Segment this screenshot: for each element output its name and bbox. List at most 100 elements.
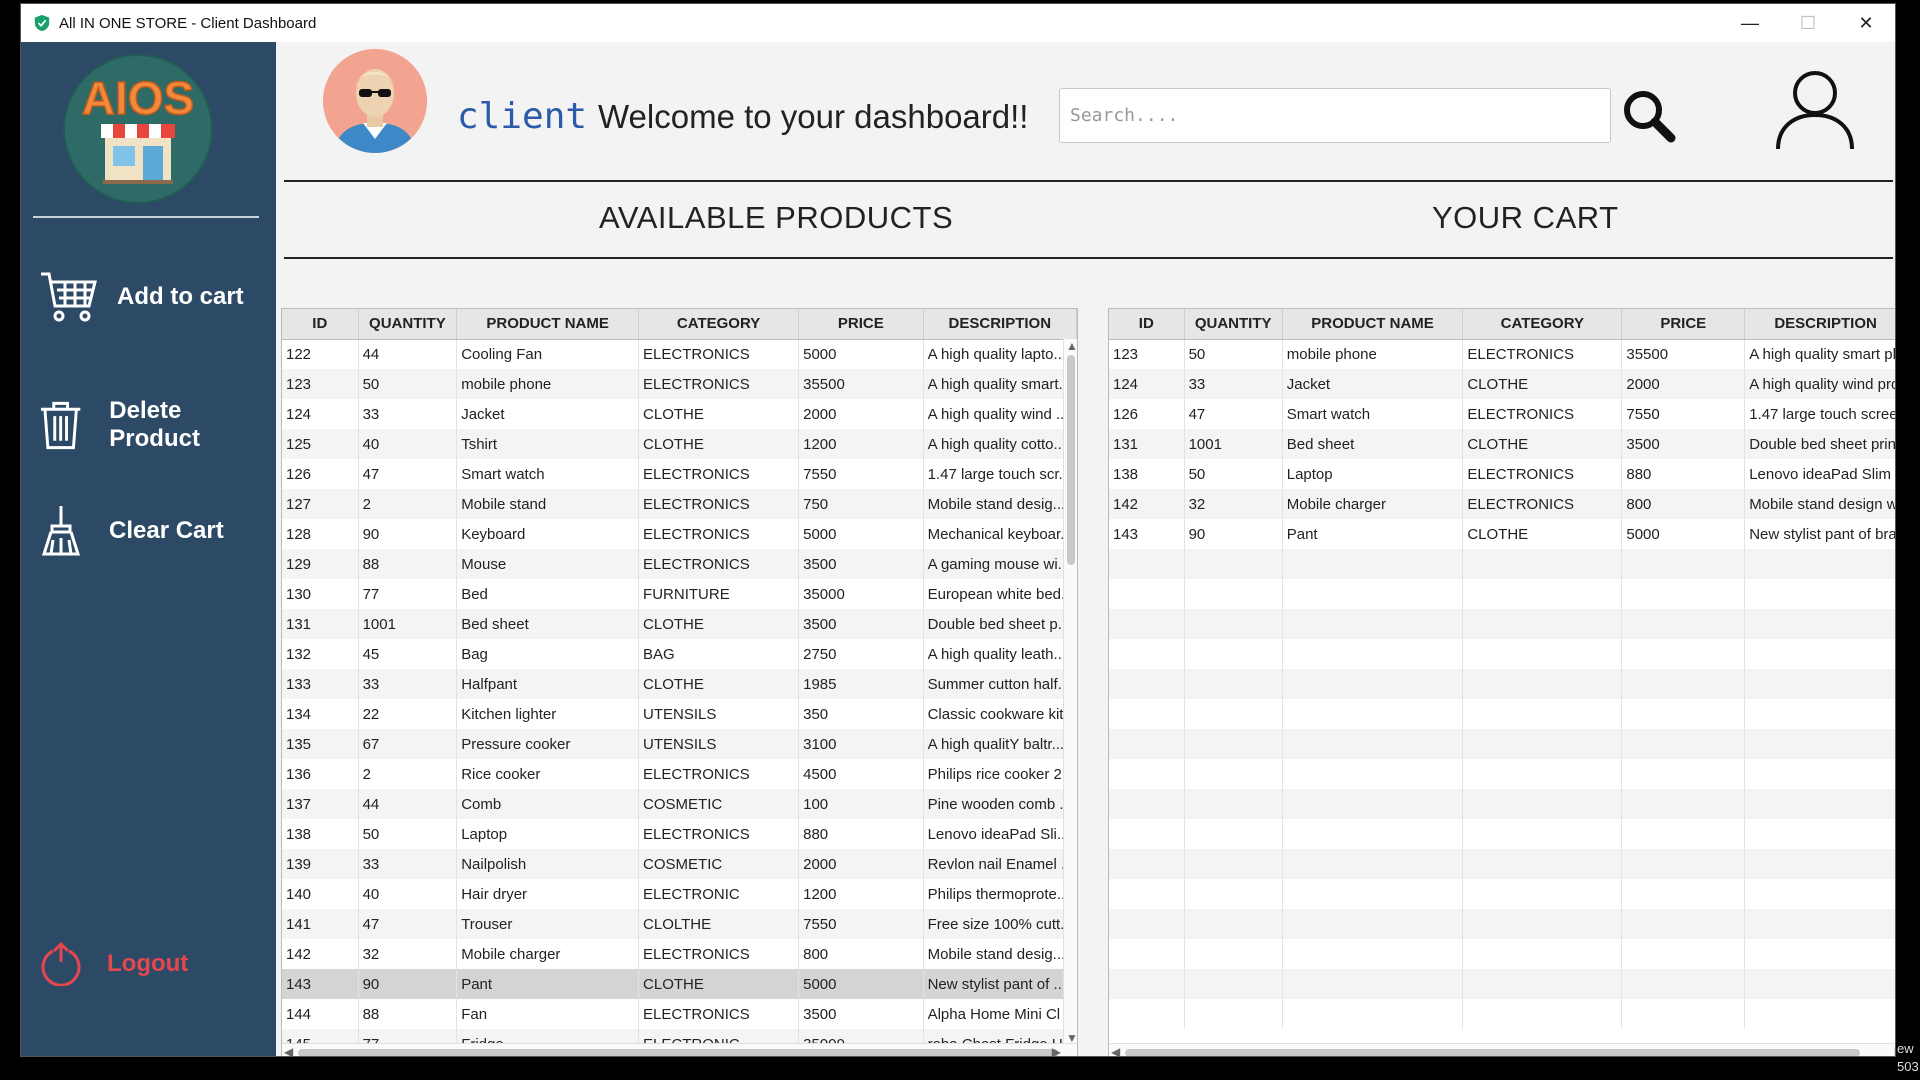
table-row[interactable]: 122 44 Cooling Fan ELECTRONICS 5000 A high qu… (282, 339, 1077, 369)
table-row[interactable]: 142 32 Mobile charger ELECTRONICS 800 Mobile … (1109, 489, 1895, 519)
table-cell: 1001 (358, 609, 458, 639)
table-cell: Trouser (456, 909, 640, 939)
username-label: client (457, 96, 588, 137)
table-cell: 134 (282, 699, 359, 729)
scroll-left-arrow[interactable]: ◀ (284, 1045, 293, 1056)
table-cell: 2000 (798, 849, 924, 879)
cart-horizontal-scrollbar[interactable]: ◀ ▶ (1109, 1043, 1896, 1056)
empty-cell (1621, 669, 1746, 699)
empty-cell (1621, 969, 1746, 999)
table-cell: BAG (638, 639, 800, 669)
table-row[interactable]: 140 40 Hair dryer ELECTRONIC 1200 Philips the… (282, 879, 1077, 909)
scroll-up-arrow[interactable]: ▲ (1066, 339, 1077, 353)
logout-button[interactable]: Logout (39, 942, 188, 986)
table-row[interactable]: 131 1001 Bed sheet CLOTHE 3500 Double bed she… (282, 609, 1077, 639)
empty-row (1109, 909, 1895, 939)
column-header[interactable]: QUANTITY (1184, 309, 1283, 340)
empty-cell (1621, 609, 1746, 639)
empty-cell (1282, 999, 1464, 1029)
column-header[interactable]: CATEGORY (1462, 309, 1623, 340)
column-header[interactable]: ID (282, 309, 359, 340)
minimize-button[interactable]: — (1721, 4, 1779, 42)
table-row[interactable]: 124 33 Jacket CLOTHE 2000 A high quality wind… (1109, 369, 1895, 399)
table-row[interactable]: 138 50 Laptop ELECTRONICS 880 Lenovo ideaPad … (282, 819, 1077, 849)
table-row[interactable]: 134 22 Kitchen lighter UTENSILS 350 Classic c… (282, 699, 1077, 729)
column-header[interactable]: QUANTITY (358, 309, 458, 340)
maximize-button[interactable]: ☐ (1779, 4, 1837, 42)
clear-cart-button[interactable]: Clear Cart (39, 504, 224, 558)
user-profile-icon[interactable] (1774, 69, 1856, 151)
delete-product-button[interactable]: Delete Product (39, 397, 276, 453)
column-header[interactable]: PRODUCT NAME (1282, 309, 1464, 340)
table-row[interactable]: 136 2 Rice cooker ELECTRONICS 4500 Philips ri… (282, 759, 1077, 789)
table-row[interactable]: 141 47 Trouser CLOLTHE 7550 Free size 100% cu… (282, 909, 1077, 939)
search-icon[interactable] (1621, 88, 1677, 144)
products-horizontal-scrollbar[interactable]: ◀ ▶ (282, 1043, 1077, 1056)
table-row[interactable]: 124 33 Jacket CLOTHE 2000 A high quality wind… (282, 399, 1077, 429)
table-row[interactable]: 143 90 Pant CLOTHE 5000 New stylist pant of b… (1109, 519, 1895, 549)
table-row[interactable]: 128 90 Keyboard ELECTRONICS 5000 Mechanical k… (282, 519, 1077, 549)
table-cell: 123 (282, 369, 359, 399)
table-row[interactable]: 137 44 Comb COSMETIC 100 Pine wooden comb ... (282, 789, 1077, 819)
empty-cell (1621, 849, 1746, 879)
table-cell: 88 (358, 999, 458, 1029)
table-row[interactable]: 142 32 Mobile charger ELECTRONICS 800 Mobile … (282, 939, 1077, 969)
table-row[interactable]: 139 33 Nailpolish COSMETIC 2000 Revlon nail E… (282, 849, 1077, 879)
table-row[interactable]: 126 47 Smart watch ELECTRONICS 7550 1.47 larg… (282, 459, 1077, 489)
table-row[interactable]: 132 45 Bag BAG 2750 A high quality leath... (282, 639, 1077, 669)
table-cell: CLOTHE (1462, 519, 1623, 549)
table-row[interactable]: 123 50 mobile phone ELECTRONICS 35500 A high … (282, 369, 1077, 399)
scroll-right-arrow[interactable]: ▶ (1895, 1045, 1896, 1056)
table-row[interactable]: 129 88 Mouse ELECTRONICS 3500 A gaming mouse … (282, 549, 1077, 579)
table-cell: UTENSILS (638, 729, 800, 759)
empty-cell (1282, 579, 1464, 609)
close-button[interactable]: ✕ (1837, 4, 1895, 42)
empty-cell (1109, 639, 1185, 669)
table-row[interactable]: 131 1001 Bed sheet CLOTHE 3500 Double bed she… (1109, 429, 1895, 459)
logo-text: AIOS (82, 72, 194, 124)
empty-cell (1282, 939, 1464, 969)
table-row[interactable]: 133 33 Halfpant CLOTHE 1985 Summer cutton hal… (282, 669, 1077, 699)
scrollbar-thumb[interactable] (1067, 355, 1075, 565)
empty-row (1109, 969, 1895, 999)
table-row[interactable]: 126 47 Smart watch ELECTRONICS 7550 1.47 larg… (1109, 399, 1895, 429)
table-cell: 136 (282, 759, 359, 789)
table-cell: 138 (1109, 459, 1185, 489)
trash-icon (40, 401, 81, 450)
scrollbar-thumb[interactable] (1125, 1049, 1860, 1056)
scrollbar-thumb[interactable] (298, 1049, 1058, 1056)
column-header[interactable]: PRODUCT NAME (456, 309, 640, 340)
empty-cell (1184, 579, 1283, 609)
products-vertical-scrollbar[interactable]: ▲ ▼ (1063, 339, 1077, 1045)
table-row[interactable]: 123 50 mobile phone ELECTRONICS 35500 A high … (1109, 339, 1895, 369)
table-cell: 132 (282, 639, 359, 669)
table-cell: Revlon nail Enamel ... (923, 849, 1077, 879)
table-row[interactable]: 130 77 Bed FURNITURE 35000 European white bed… (282, 579, 1077, 609)
table-cell: 35500 (1621, 339, 1746, 369)
search-input[interactable] (1059, 88, 1611, 143)
column-header[interactable]: PRICE (1621, 309, 1746, 340)
table-cell: ELECTRONICS (1462, 399, 1623, 429)
column-header[interactable]: PRICE (798, 309, 924, 340)
table-cell: 22 (358, 699, 458, 729)
table-row[interactable]: 135 67 Pressure cooker UTENSILS 3100 A high q… (282, 729, 1077, 759)
add-to-cart-button[interactable]: Add to cart (39, 270, 244, 324)
table-cell: 35500 (798, 369, 924, 399)
scroll-right-arrow[interactable]: ▶ (1052, 1045, 1061, 1056)
table-cell: A high quality smart ph (1744, 339, 1895, 369)
table-row[interactable]: 125 40 Tshirt CLOTHE 1200 A high quality cott… (282, 429, 1077, 459)
empty-cell (1621, 789, 1746, 819)
column-header[interactable]: DESCRIPTION (1744, 309, 1895, 340)
table-row[interactable]: 127 2 Mobile stand ELECTRONICS 750 Mobile sta… (282, 489, 1077, 519)
table-row[interactable]: 143 90 Pant CLOTHE 5000 New stylist pant of .… (282, 969, 1077, 999)
column-header[interactable]: CATEGORY (638, 309, 800, 340)
table-row[interactable]: 138 50 Laptop ELECTRONICS 880 Lenovo ideaPad … (1109, 459, 1895, 489)
cart-icon (41, 272, 97, 322)
table-row[interactable]: 144 88 Fan ELECTRONICS 3500 Alpha Home Mini C… (282, 999, 1077, 1029)
scroll-left-arrow[interactable]: ◀ (1111, 1045, 1120, 1056)
empty-cell (1109, 879, 1185, 909)
column-header[interactable]: DESCRIPTION (923, 309, 1077, 340)
main-content: client Welcome to your dashboard!! AVAIL… (276, 42, 1896, 1056)
table-cell: Pant (1282, 519, 1464, 549)
column-header[interactable]: ID (1109, 309, 1185, 340)
